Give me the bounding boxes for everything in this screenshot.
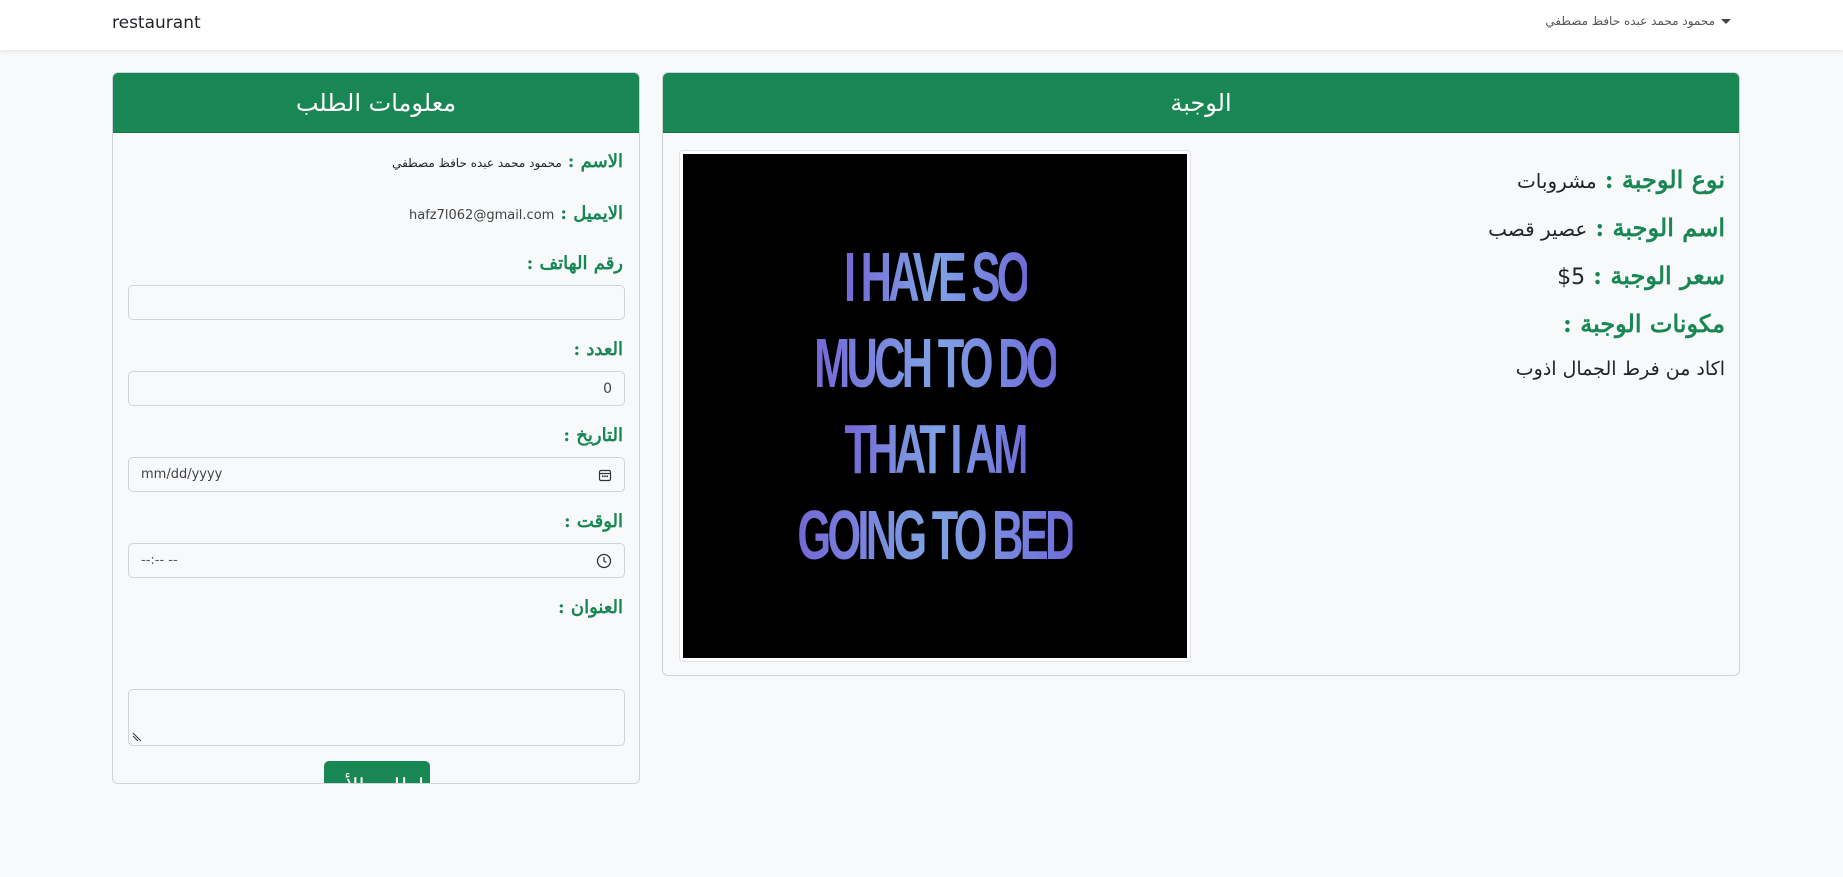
name-value: محمود محمد عبده حافظ مصطفي: [392, 156, 562, 170]
clock-icon[interactable]: [596, 553, 612, 569]
meal-ingredients-label: مكونات الوجبة :: [1563, 309, 1725, 338]
meal-card: الوجبة I HAVE SO MUCH TO DO THAT I AM GO…: [662, 72, 1740, 676]
order-info-card: معلومات الطلب الاسم : محمود محمد عبده حا…: [112, 72, 640, 784]
poster-line-4: GOING TO BED: [797, 492, 1076, 578]
time-input[interactable]: --:-- --: [128, 543, 625, 578]
meal-name-label: اسم الوجبة :: [1595, 213, 1725, 242]
time-label: الوقت :: [564, 511, 623, 532]
email-row: الايميل : hafz7l062@gmail.com: [409, 203, 623, 224]
meal-type-label: نوع الوجبة :: [1604, 165, 1725, 194]
email-label: الايميل :: [560, 203, 623, 224]
meal-price-row: سعر الوجبة : $5: [1557, 261, 1725, 290]
meal-card-title: الوجبة: [663, 73, 1739, 133]
meal-ingredients-row: مكونات الوجبة :: [1563, 309, 1725, 338]
quantity-input[interactable]: [128, 371, 625, 406]
poster-line-2: MUCH TO DO: [814, 320, 1059, 406]
order-now-button[interactable]: اطلب الأن: [324, 761, 430, 783]
user-dropdown[interactable]: محمود محمد عبده حافظ مصطفي: [1545, 14, 1731, 28]
address-textarea[interactable]: [128, 689, 625, 746]
phone-label: رقم الهاتف :: [526, 253, 623, 274]
name-row: الاسم : محمود محمد عبده حافظ مصطفي: [392, 151, 623, 172]
meal-image: I HAVE SO MUCH TO DO THAT I AM GOING TO …: [679, 150, 1191, 662]
poster-line-1: I HAVE SO: [844, 234, 1030, 320]
navbar: restaurant محمود محمد عبده حافظ مصطفي: [0, 0, 1843, 50]
meal-name-value: عصير قصب: [1488, 217, 1588, 241]
calendar-icon[interactable]: [598, 468, 612, 482]
meal-price-label: سعر الوجبة :: [1593, 261, 1725, 290]
email-value: hafz7l062@gmail.com: [409, 208, 555, 223]
phone-input[interactable]: [128, 285, 625, 320]
quantity-label: العدد :: [573, 339, 623, 360]
resize-handle-icon[interactable]: [132, 732, 142, 742]
date-label: التاريخ :: [563, 425, 623, 446]
order-form: الاسم : محمود محمد عبده حافظ مصطفي الايم…: [113, 133, 639, 783]
meal-type-value: مشروبات: [1516, 169, 1597, 193]
meal-image-poster: I HAVE SO MUCH TO DO THAT I AM GOING TO …: [683, 154, 1187, 658]
date-input[interactable]: mm/dd/yyyy: [128, 457, 625, 492]
meal-price-value: $5: [1557, 265, 1586, 290]
user-name: محمود محمد عبده حافظ مصطفي: [1545, 14, 1715, 28]
caret-down-icon: [1721, 18, 1731, 24]
time-placeholder: --:-- --: [141, 553, 178, 568]
name-label: الاسم :: [567, 151, 623, 172]
meal-type-row: نوع الوجبة : مشروبات: [1517, 165, 1725, 194]
address-label: العنوان :: [557, 597, 623, 618]
meal-name-row: اسم الوجبة : عصير قصب: [1488, 213, 1725, 242]
meal-ingredients-value: اكاد من فرط الجمال اذوب: [1515, 358, 1725, 380]
order-card-title: معلومات الطلب: [113, 73, 639, 133]
date-placeholder: mm/dd/yyyy: [141, 467, 223, 482]
navbar-brand[interactable]: restaurant: [112, 13, 201, 33]
poster-line-3: THAT I AM: [844, 406, 1029, 492]
